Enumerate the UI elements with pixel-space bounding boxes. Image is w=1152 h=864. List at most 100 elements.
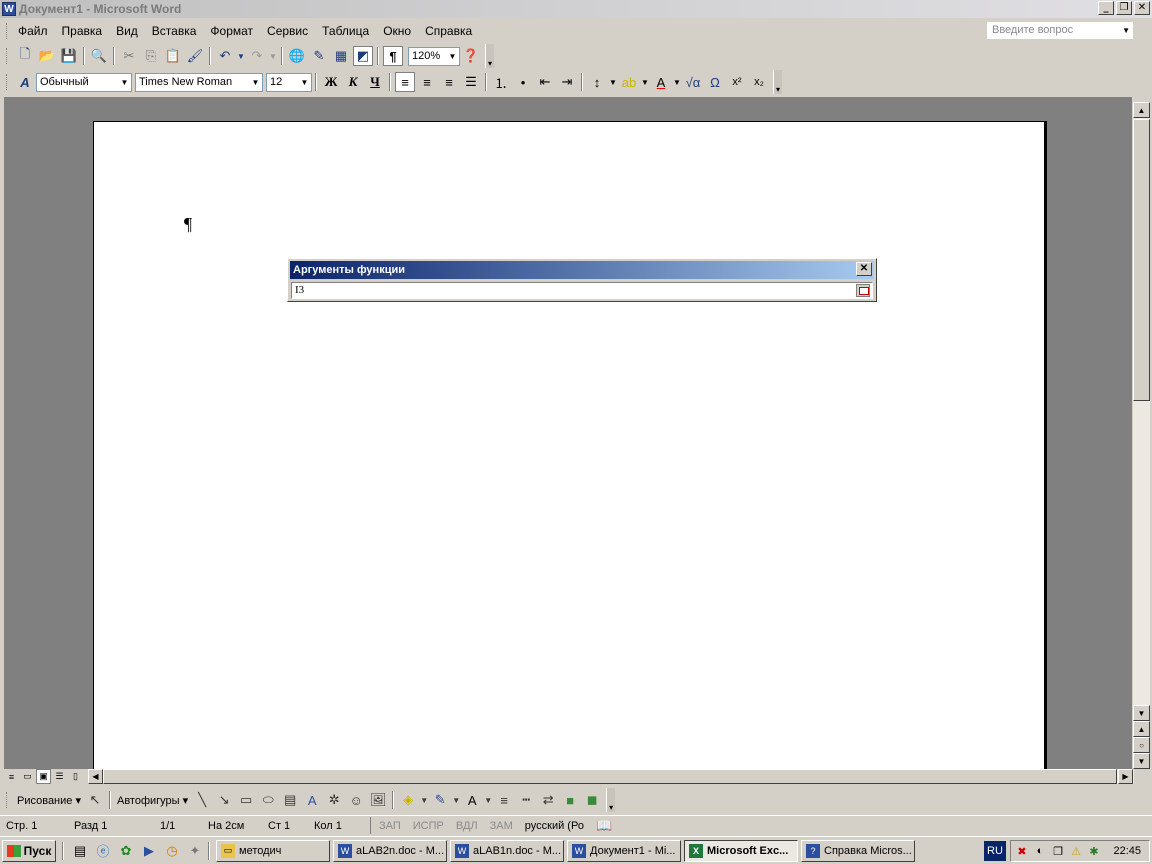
omega-symbol-icon[interactable]: Ω xyxy=(705,72,725,92)
horizontal-scroll-thumb[interactable] xyxy=(103,769,1117,784)
spelling-status-icon[interactable]: 📖 xyxy=(590,817,618,835)
3d-icon[interactable]: ◼ xyxy=(582,790,602,810)
quicklaunch-ie-icon[interactable]: ⓔ xyxy=(93,841,113,861)
fill-color-dropdown-icon[interactable]: ▼ xyxy=(420,790,428,810)
status-language[interactable]: русский (Ро xyxy=(519,817,590,835)
task-word-document1[interactable]: W Документ1 - Mi... xyxy=(567,839,681,862)
justify-icon[interactable]: ☰ xyxy=(461,72,481,92)
styles-icon[interactable]: A xyxy=(15,72,35,92)
line-style-icon[interactable]: ≡ xyxy=(494,790,514,810)
font-color-dropdown-icon[interactable]: ▼ xyxy=(673,72,681,92)
bullets-icon[interactable]: • xyxy=(513,72,533,92)
cut-icon[interactable]: ✂ xyxy=(119,46,139,66)
minimize-button[interactable]: _ xyxy=(1098,1,1114,15)
line-color-dropdown-icon[interactable]: ▼ xyxy=(452,790,460,810)
task-word-alab1n[interactable]: W aLAB1n.doc - M... xyxy=(450,839,564,862)
language-indicator[interactable]: RU xyxy=(984,841,1006,861)
ask-question-box[interactable]: Введите вопрос ▼ xyxy=(986,21,1134,40)
align-center-icon[interactable]: ≡ xyxy=(417,72,437,92)
line-color-icon[interactable]: ✎ xyxy=(430,790,450,810)
insert-table-icon[interactable]: ▦ xyxy=(331,46,351,66)
task-excel[interactable]: X Microsoft Exc... xyxy=(684,839,798,862)
security-icon[interactable]: ⚠ xyxy=(1069,844,1083,858)
print-preview-icon[interactable]: 🔍 xyxy=(89,46,109,66)
align-right-icon[interactable]: ≡ xyxy=(439,72,459,92)
restore-button[interactable]: ❐ xyxy=(1116,1,1132,15)
numbering-icon[interactable]: ⒈ xyxy=(491,72,511,92)
status-track-changes[interactable]: ИСПР xyxy=(407,817,450,835)
copy-icon[interactable]: ⎘ xyxy=(141,46,161,66)
quicklaunch-media-icon[interactable]: ▶ xyxy=(139,841,159,861)
paste-icon[interactable]: 📋 xyxy=(163,46,183,66)
vertical-scrollbar[interactable]: ▲ ▼ ▲ ○ ▼ xyxy=(1133,102,1150,769)
menu-table[interactable]: Таблица xyxy=(315,20,376,42)
quicklaunch-clock-icon[interactable]: ◷ xyxy=(162,841,182,861)
undo-icon[interactable]: ↶ xyxy=(215,46,235,66)
draw-menu-button[interactable]: Рисование ▾ xyxy=(14,794,84,807)
clipart-icon[interactable]: ☺ xyxy=(346,790,366,810)
picture-icon[interactable]: 🖼 xyxy=(368,790,388,810)
chevron-down-icon[interactable]: ▼ xyxy=(299,75,310,90)
scroll-left-icon[interactable]: ◀ xyxy=(88,769,103,784)
toolbar-options-icon[interactable]: ▾ xyxy=(485,44,494,68)
format-painter-icon[interactable]: 🖌 xyxy=(185,46,205,66)
windows-icon[interactable]: ❐ xyxy=(1051,844,1065,858)
web-view-icon[interactable]: ▭ xyxy=(20,769,35,784)
scroll-up-icon[interactable]: ▲ xyxy=(1133,102,1150,118)
align-left-icon[interactable]: ≡ xyxy=(395,72,415,92)
normal-view-icon[interactable]: ≡ xyxy=(4,769,19,784)
diagram-icon[interactable]: ✲ xyxy=(324,790,344,810)
menu-help[interactable]: Справка xyxy=(418,20,479,42)
underline-button[interactable]: Ч xyxy=(365,72,385,92)
quicklaunch-tool-icon[interactable]: ✦ xyxy=(185,841,205,861)
undo-dropdown-icon[interactable]: ▼ xyxy=(237,46,245,66)
toolbar-grip[interactable] xyxy=(6,74,10,90)
shadow-icon[interactable]: ■ xyxy=(560,790,580,810)
close-button[interactable]: ✕ xyxy=(1134,1,1150,15)
font-color-icon[interactable]: A xyxy=(651,72,671,92)
word-app-icon[interactable]: W xyxy=(2,2,16,16)
fill-color-icon[interactable]: ◈ xyxy=(398,790,418,810)
menu-view[interactable]: Вид xyxy=(109,20,145,42)
toolbar-grip[interactable] xyxy=(6,23,10,39)
task-help[interactable]: ? Справка Micros... xyxy=(801,839,915,862)
chevron-down-icon[interactable]: ▼ xyxy=(1122,22,1130,39)
dialog-caption[interactable]: Аргументы функции ✕ xyxy=(290,261,874,279)
antivirus-icon[interactable]: ✱ xyxy=(1087,844,1101,858)
equation-icon[interactable]: √α xyxy=(683,72,703,92)
superscript-icon[interactable]: x² xyxy=(727,72,747,92)
vertical-scroll-thumb[interactable] xyxy=(1133,119,1150,401)
close-icon[interactable]: ✕ xyxy=(856,262,872,276)
font-select[interactable]: Times New Roman ▼ xyxy=(135,72,263,92)
zoom-select[interactable]: 120% ▼ xyxy=(408,46,460,66)
toolbar-options-icon[interactable]: ▾ xyxy=(773,70,782,94)
reading-view-icon[interactable]: ▯ xyxy=(68,769,83,784)
toolbar-grip[interactable] xyxy=(6,48,10,64)
menu-edit[interactable]: Правка xyxy=(55,20,110,42)
task-word-alab2n[interactable]: W aLAB2n.doc - M... xyxy=(333,839,447,862)
status-extend[interactable]: ВДЛ xyxy=(450,817,484,835)
decrease-indent-icon[interactable]: ⇤ xyxy=(535,72,555,92)
wordart-icon[interactable]: A xyxy=(302,790,322,810)
outline-view-icon[interactable]: ☰ xyxy=(52,769,67,784)
italic-button[interactable]: К xyxy=(343,72,363,92)
bold-button[interactable]: Ж xyxy=(321,72,341,92)
open-icon[interactable]: 📂 xyxy=(37,46,57,66)
subscript-icon[interactable]: x₂ xyxy=(749,72,769,92)
network-icon[interactable]: ✖ xyxy=(1015,844,1029,858)
drawing-icon[interactable]: ◩ xyxy=(353,46,373,66)
line-spacing-dropdown-icon[interactable]: ▼ xyxy=(609,72,617,92)
scroll-down-icon[interactable]: ▼ xyxy=(1133,705,1150,721)
oval-icon[interactable]: ⬭ xyxy=(258,790,278,810)
increase-indent-icon[interactable]: ⇥ xyxy=(557,72,577,92)
quicklaunch-app-icon[interactable]: ✿ xyxy=(116,841,136,861)
chevron-down-icon[interactable]: ▼ xyxy=(250,75,261,90)
scroll-right-icon[interactable]: ▶ xyxy=(1118,769,1133,784)
line-spacing-icon[interactable]: ↕ xyxy=(587,72,607,92)
drawing-font-color-icon[interactable]: A xyxy=(462,790,482,810)
next-page-icon[interactable]: ▼ xyxy=(1133,753,1150,769)
start-button[interactable]: Пуск xyxy=(2,839,56,862)
save-icon[interactable]: 💾 xyxy=(59,46,79,66)
redo-dropdown-icon[interactable]: ▼ xyxy=(269,46,277,66)
highlight-dropdown-icon[interactable]: ▼ xyxy=(641,72,649,92)
